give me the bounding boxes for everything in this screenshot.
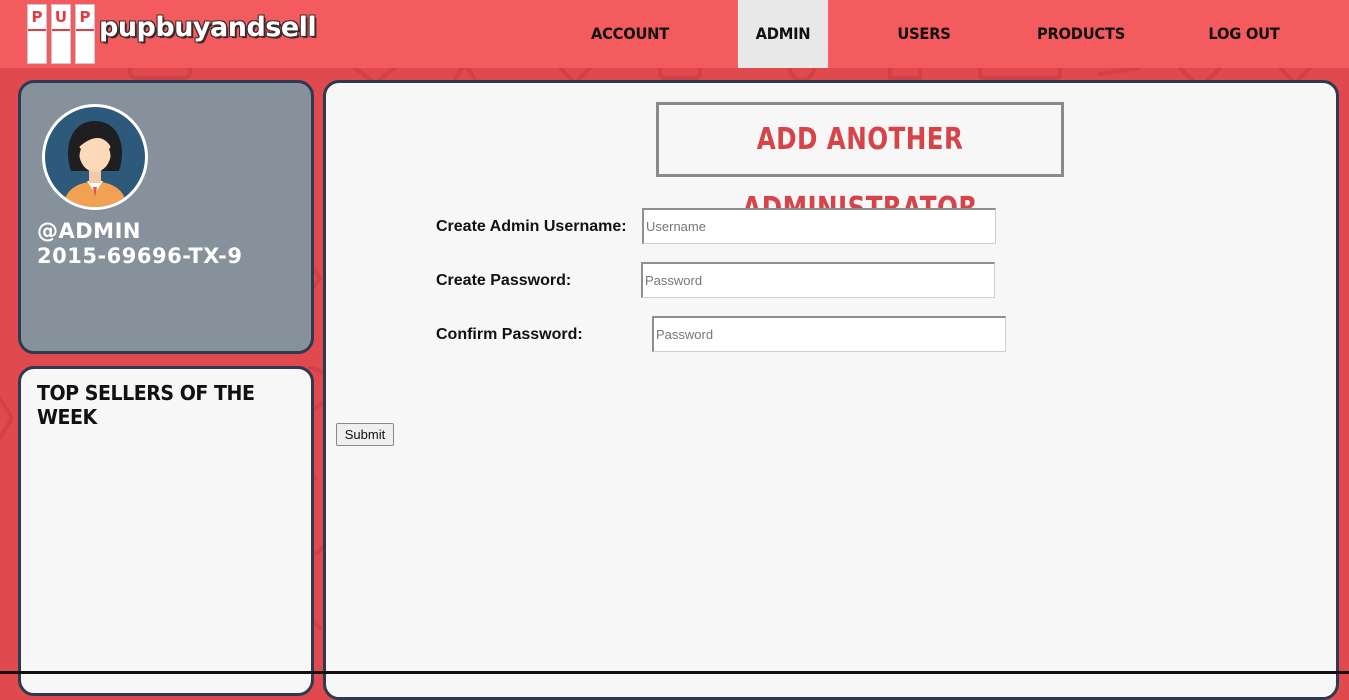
profile-id: 2015-69696-TX-9 xyxy=(37,244,243,268)
nav-users[interactable]: USERS xyxy=(882,0,967,68)
confirm-password-label: Confirm Password: xyxy=(436,326,583,343)
password-input[interactable] xyxy=(641,262,995,298)
password-label: Create Password: xyxy=(436,272,572,289)
logo-text: pupbuyandsell xyxy=(99,12,317,43)
page-title-box: ADD ANOTHER ADMINISTRATOR xyxy=(656,102,1064,226)
nav-products[interactable]: PRODUCTS xyxy=(1027,0,1136,68)
top-sellers-card: TOP SELLERS OF THE WEEK xyxy=(18,366,314,696)
username-input[interactable] xyxy=(642,208,996,244)
nav-account[interactable]: ACCOUNT xyxy=(584,0,676,68)
profile-username: @ADMIN xyxy=(37,219,141,243)
logo-letter-p: P xyxy=(27,4,47,64)
profile-card: @ADMIN 2015-69696-TX-9 xyxy=(18,80,314,354)
logo-letter-u: U xyxy=(51,4,71,64)
submit-button[interactable]: Submit xyxy=(336,423,394,446)
nav-admin[interactable]: ADMIN xyxy=(737,0,829,68)
top-navbar: P U P pupbuyandsell ACCOUNT ADMIN USERS … xyxy=(0,0,1349,68)
top-sellers-title: TOP SELLERS OF THE WEEK xyxy=(37,381,255,429)
confirm-password-input[interactable] xyxy=(652,316,1006,352)
username-label: Create Admin Username: xyxy=(436,218,627,235)
site-logo[interactable]: P U P pupbuyandsell xyxy=(27,4,317,66)
nav-logout[interactable]: LOG OUT xyxy=(1200,0,1288,68)
logo-mark: P U P xyxy=(27,4,95,64)
main-panel: ADD ANOTHER ADMINISTRATOR Create Admin U… xyxy=(323,80,1339,700)
female-user-avatar-icon xyxy=(42,104,148,210)
logo-letter-p2: P xyxy=(75,4,95,64)
